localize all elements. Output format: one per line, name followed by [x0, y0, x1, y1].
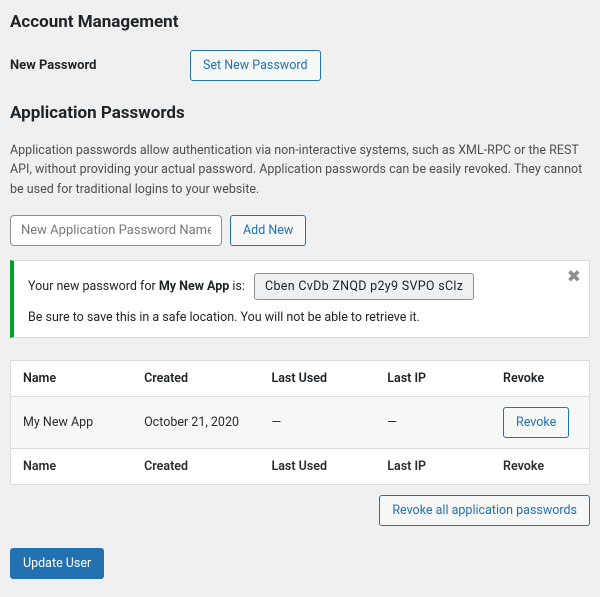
- col-footer-created: Created: [132, 449, 259, 485]
- set-new-password-button[interactable]: Set New Password: [190, 50, 321, 81]
- new-password-row: New Password Set New Password: [10, 50, 590, 81]
- col-header-created[interactable]: Created: [132, 361, 259, 397]
- new-application-row: Add New: [10, 215, 590, 246]
- new-application-name-input[interactable]: [10, 215, 222, 246]
- new-password-label: New Password: [10, 58, 190, 73]
- add-new-application-button[interactable]: Add New: [230, 215, 306, 246]
- revoke-button[interactable]: Revoke: [503, 407, 569, 438]
- col-footer-name: Name: [11, 449, 133, 485]
- update-user-button[interactable]: Update User: [10, 548, 104, 579]
- col-footer-last-ip: Last IP: [375, 449, 491, 485]
- account-management-title: Account Management: [10, 12, 590, 32]
- new-password-app-name: My New App: [159, 279, 229, 294]
- cell-revoke: Revoke: [491, 397, 589, 449]
- col-footer-revoke: Revoke: [491, 449, 589, 485]
- new-password-suffix: is:: [229, 279, 245, 294]
- col-footer-last-used: Last Used: [259, 449, 375, 485]
- application-passwords-title: Application Passwords: [10, 103, 590, 123]
- application-passwords-table: Name Created Last Used Last IP Revoke My…: [10, 360, 590, 485]
- close-icon[interactable]: ✖: [567, 269, 581, 286]
- table-row: My New App October 21, 2020 — — Revoke: [11, 397, 590, 449]
- new-password-save-hint: Be sure to save this in a safe location.…: [28, 310, 549, 325]
- cell-last-ip: —: [375, 397, 491, 449]
- revoke-all-button[interactable]: Revoke all application passwords: [379, 495, 590, 526]
- new-password-notice: ✖ Your new password for My New App is: C…: [10, 260, 590, 338]
- cell-name: My New App: [11, 397, 133, 449]
- generated-password-chip[interactable]: Cben CvDb ZNQD p2y9 SVPO sClz: [254, 273, 474, 300]
- cell-last-used: —: [259, 397, 375, 449]
- new-password-prefix: Your new password for: [28, 279, 159, 294]
- new-password-line: Your new password for My New App is: Cbe…: [28, 273, 549, 300]
- col-header-name[interactable]: Name: [11, 361, 133, 397]
- col-header-last-ip[interactable]: Last IP: [375, 361, 491, 397]
- cell-created: October 21, 2020: [132, 397, 259, 449]
- application-passwords-description: Application passwords allow authenticati…: [10, 141, 590, 199]
- col-header-revoke: Revoke: [491, 361, 589, 397]
- col-header-last-used[interactable]: Last Used: [259, 361, 375, 397]
